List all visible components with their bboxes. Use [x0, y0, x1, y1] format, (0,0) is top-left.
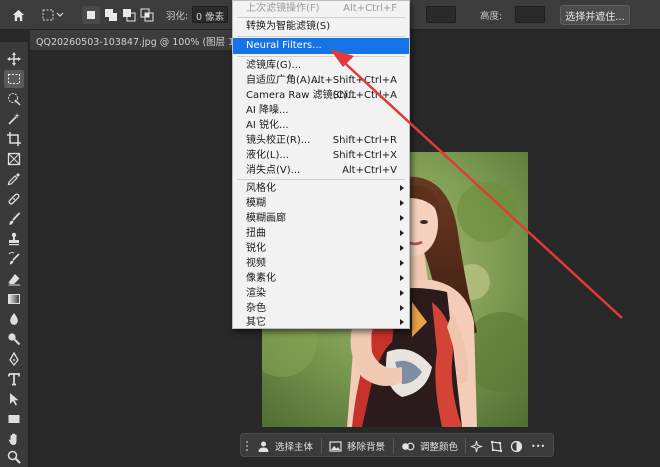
remove-background-button[interactable]: 移除背景 [329, 438, 385, 454]
contextual-task-bar: 选择主体 移除背景 调整颜色 ••• [240, 433, 554, 457]
select-subject-button[interactable]: 选择主体 [257, 438, 313, 454]
divider [321, 438, 322, 453]
more-options-button[interactable]: ••• [531, 438, 545, 454]
annotation-arrow [330, 49, 623, 319]
photoshop-window: 羽化: 0 像素 高度: 选择并遮住... QQ20260503-103847.… [0, 0, 660, 467]
adjust-color-button[interactable]: 调整颜色 [401, 438, 458, 454]
divider [465, 438, 466, 453]
generative-fill-icon[interactable] [470, 438, 483, 454]
drag-handle-icon[interactable] [245, 438, 253, 454]
transform-icon[interactable] [490, 438, 503, 454]
person-icon [258, 441, 269, 452]
image-icon [329, 440, 342, 452]
divider [393, 438, 394, 453]
color-circles-icon [402, 442, 415, 450]
mask-icon[interactable] [510, 438, 523, 454]
